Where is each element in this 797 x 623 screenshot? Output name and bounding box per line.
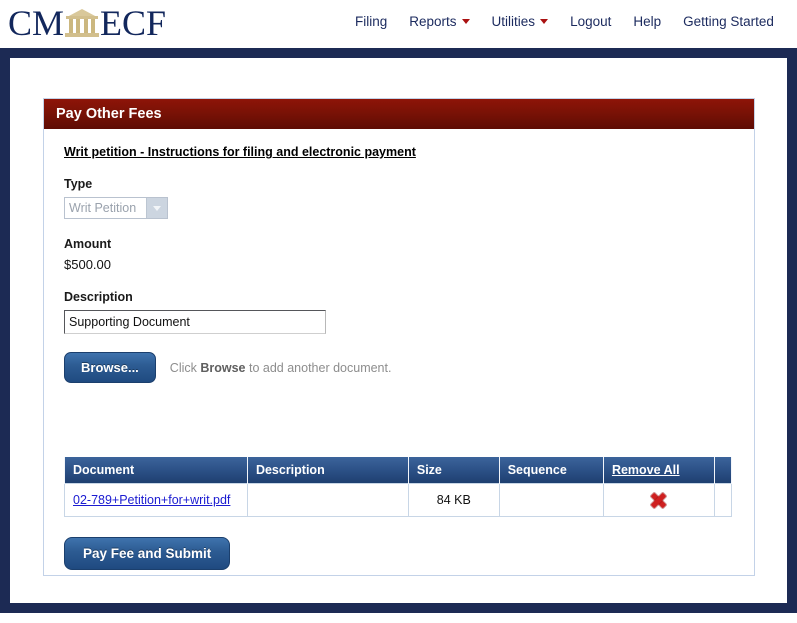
description-field-group: Description: [64, 290, 734, 334]
panel-body: Writ petition - Instructions for filing …: [44, 129, 754, 383]
nav-label-reports: Reports: [409, 14, 457, 29]
nav-label-logout: Logout: [570, 14, 612, 29]
description-label: Description: [64, 290, 133, 304]
pay-fee-and-submit-button[interactable]: Pay Fee and Submit: [64, 537, 231, 570]
type-label: Type: [64, 177, 93, 191]
nav-item-reports[interactable]: Reports: [409, 14, 470, 29]
column-header-remove-all: Remove All: [602, 457, 715, 484]
chevron-down-icon: [461, 19, 470, 24]
cell-spacer: [713, 483, 733, 517]
nav-label-filing: Filing: [355, 14, 388, 29]
page-content-area: Pay Other Fees Writ petition - Instructi…: [10, 58, 787, 603]
main-navigation: Filing Reports Utilities Logout Help Get…: [355, 14, 774, 29]
chevron-down-icon: [146, 198, 167, 218]
nav-label-help: Help: [633, 14, 662, 29]
nav-label-utilities: Utilities: [491, 14, 536, 29]
remove-all-link[interactable]: Remove All: [612, 463, 680, 477]
table-header-row: Document Description Size Sequence Remov…: [64, 457, 733, 484]
page-title: Pay Other Fees: [44, 99, 754, 129]
cell-sequence: [498, 483, 604, 517]
description-input[interactable]: [64, 310, 326, 334]
pay-other-fees-panel: Pay Other Fees Writ petition - Instructi…: [43, 98, 755, 576]
amount-field-group: Amount $500.00: [64, 237, 734, 272]
nav-label-getting-started: Getting Started: [683, 14, 774, 29]
column-header-size: Size: [407, 457, 500, 484]
browse-hint-prefix: Click: [169, 360, 201, 375]
cell-document: 02-789+Petition+for+writ.pdf: [64, 483, 248, 517]
instructions-link[interactable]: Writ petition - Instructions for filing …: [64, 145, 416, 159]
column-header-sequence: Sequence: [498, 457, 604, 484]
table-row: 02-789+Petition+for+writ.pdf 84 KB: [64, 483, 733, 517]
browse-row: Browse... Click Browse to add another do…: [64, 352, 734, 383]
logo-text-cm: CM: [8, 3, 65, 43]
nav-item-help[interactable]: Help: [633, 14, 661, 29]
type-select-value: Writ Petition: [65, 198, 146, 218]
red-x-icon[interactable]: [651, 493, 666, 508]
cell-description: [246, 483, 409, 517]
nav-item-filing[interactable]: Filing: [355, 14, 387, 29]
column-header-spacer: [713, 457, 733, 484]
column-header-description: Description: [246, 457, 409, 484]
amount-label: Amount: [64, 237, 112, 251]
type-select[interactable]: Writ Petition: [64, 197, 168, 219]
browse-hint-suffix: to add another document.: [245, 360, 392, 375]
document-link[interactable]: 02-789+Petition+for+writ.pdf: [73, 493, 230, 507]
documents-table: Document Description Size Sequence Remov…: [64, 457, 733, 517]
submit-row: Pay Fee and Submit: [64, 537, 231, 570]
courthouse-icon: [65, 8, 100, 38]
page-frame: Pay Other Fees Writ petition - Instructi…: [0, 48, 797, 613]
amount-value: $500.00: [64, 257, 111, 272]
chevron-down-icon: [540, 19, 549, 24]
browse-button[interactable]: Browse...: [64, 352, 156, 383]
cell-remove: [602, 483, 715, 517]
browse-hint-bold: Browse: [200, 360, 246, 375]
type-field-group: Type Writ Petition: [64, 177, 734, 219]
logo-text-ecf: ECF: [100, 3, 167, 43]
app-banner: CM ECF Filing Reports Utilities Logout H…: [0, 0, 797, 48]
browse-hint: Click Browse to add another document.: [170, 361, 392, 375]
cell-size: 84 KB: [407, 483, 500, 517]
nav-item-utilities[interactable]: Utilities: [492, 14, 549, 29]
cmecf-logo: CM ECF: [8, 2, 166, 44]
nav-item-logout[interactable]: Logout: [570, 14, 611, 29]
column-header-document: Document: [64, 457, 248, 484]
nav-item-getting-started[interactable]: Getting Started: [683, 14, 774, 29]
